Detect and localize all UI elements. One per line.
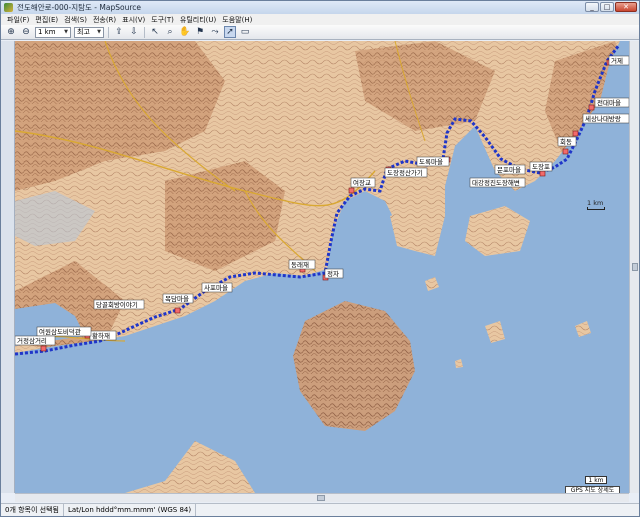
waypoint-marker[interactable] [572, 130, 579, 137]
waypoint-label-hwanghajae[interactable]: 황하재 [89, 330, 117, 341]
waypoint-marker[interactable] [348, 187, 355, 194]
waypoint-label-jeondae[interactable]: 전대마을 [594, 97, 629, 108]
app-window: 전도해안로-000-지탐도 - MapSource _ □ ✕ 파일(F) 편집… [0, 0, 640, 517]
maximize-button[interactable]: □ [600, 2, 614, 12]
zoom-tool-icon[interactable]: ⌕ [164, 26, 176, 38]
waypoint-marker[interactable] [40, 345, 47, 352]
zoom-scale-value: 1 km [38, 28, 56, 36]
svg-text:세상나대방랑: 세상나대방랑 [585, 114, 621, 123]
svg-text:문포마을: 문포마을 [497, 165, 521, 174]
waypoint-label-hoedong[interactable]: 회동 [557, 136, 577, 147]
menu-help[interactable]: 도움말(H) [219, 15, 255, 25]
svg-text:거제: 거제 [611, 56, 623, 65]
menu-edit[interactable]: 편집(E) [32, 15, 61, 25]
coordinate-format-status: Lat/Lon hddd°mm.mmm' (WGS 84) [64, 504, 197, 516]
menu-bar: 파일(F) 편집(E) 검색(S) 전송(R) 표시(V) 도구(T) 유틸리티… [1, 14, 639, 25]
vertical-scroll-thumb[interactable] [632, 263, 638, 271]
menu-file[interactable]: 파일(F) [4, 15, 32, 25]
svg-text:대강정진도장해변: 대강정진도장해변 [472, 178, 520, 187]
waypoint-label-yeowon[interactable]: 여원삼도비덕관 [36, 326, 92, 337]
svg-text:목담마을: 목담마을 [165, 294, 189, 303]
horizontal-scroll-thumb[interactable] [317, 495, 325, 501]
mapsource-app-icon [4, 3, 13, 12]
svg-text:정자: 정자 [327, 269, 339, 278]
chevron-down-icon: ▼ [97, 29, 101, 35]
waypoint-label-dorok[interactable]: 도록마을 [416, 156, 450, 167]
left-panel-edge [1, 41, 15, 493]
waypoint-marker[interactable] [539, 170, 546, 177]
toolbar-separator [108, 26, 109, 38]
minimize-button[interactable]: _ [585, 2, 599, 12]
svg-text:거정삼거리: 거정삼거리 [17, 336, 47, 345]
detail-value: 최고 [77, 28, 90, 36]
receive-from-device-icon[interactable]: ⇩ [128, 26, 140, 38]
svg-text:여장교: 여장교 [353, 178, 371, 187]
route-tool-icon[interactable]: ⤳ [209, 26, 221, 38]
menu-utilities[interactable]: 유틸리티(U) [177, 15, 219, 25]
map-canvas[interactable]: 거제 전대마을 세상나대방랑 회동 도장포 문포마을 대강정진도장해변 도록마을… [15, 41, 629, 493]
waypoint-label-mokdam[interactable]: 목담마을 [162, 293, 194, 304]
window-title: 전도해안로-000-지탐도 - MapSource [17, 3, 141, 12]
pointer-tool-icon[interactable]: ➚ [224, 26, 236, 38]
menu-view[interactable]: 표시(V) [119, 15, 148, 25]
svg-text:동래재: 동래재 [291, 260, 309, 269]
svg-text:여원삼도비덕관: 여원삼도비덕관 [39, 327, 81, 336]
title-bar[interactable]: 전도해안로-000-지탐도 - MapSource _ □ ✕ [1, 1, 639, 14]
horizontal-scrollbar[interactable] [15, 493, 629, 502]
svg-text:당골회방이야기: 당골회방이야기 [96, 300, 138, 309]
vertical-scrollbar[interactable] [629, 41, 639, 493]
waypoint-label-jeongja[interactable]: 정자 [324, 268, 344, 279]
waypoint-label-danggol[interactable]: 당골회방이야기 [93, 299, 145, 310]
menu-find[interactable]: 검색(S) [61, 15, 90, 25]
waypoint-label-dongraejae[interactable]: 동래재 [288, 259, 316, 270]
waypoint-marker[interactable] [174, 307, 181, 314]
selection-tool-icon[interactable]: ↖ [149, 26, 161, 38]
waypoint-label-dojang-junction[interactable]: 도장정산가기 [384, 167, 428, 178]
measure-tool-icon[interactable]: ▭ [239, 26, 251, 38]
svg-text:전대마을: 전대마을 [597, 98, 621, 107]
status-bar: 0개 항목이 선택됨 Lat/Lon hddd°mm.mmm' (WGS 84) [1, 503, 639, 516]
waypoint-tool-icon[interactable]: ⚑ [194, 26, 206, 38]
waypoint-label-yeojanggyo[interactable]: 여장교 [350, 177, 376, 188]
toolbar-separator [144, 26, 145, 38]
waypoint-label-sesang[interactable]: 세상나대방랑 [582, 113, 629, 124]
zoom-out-icon[interactable]: ⊖ [20, 26, 32, 38]
selection-status: 0개 항목이 선택됨 [1, 504, 64, 516]
waypoint-label-daegang[interactable]: 대강정진도장해변 [469, 177, 526, 188]
waypoint-label-geojeong[interactable]: 거정삼거리 [15, 335, 56, 346]
hand-tool-icon[interactable]: ✋ [179, 26, 191, 38]
scale-indicator: 1 km [585, 476, 607, 484]
svg-text:도장정산가기: 도장정산가기 [387, 168, 423, 177]
svg-text:사포마을: 사포마을 [204, 283, 228, 292]
zoom-scale-select[interactable]: 1 km ▼ [35, 26, 71, 38]
waypoint-marker[interactable] [588, 104, 595, 111]
waypoint-label-dojangpo[interactable]: 도장포 [529, 161, 553, 172]
map-scale-bar [587, 207, 605, 210]
svg-text:도록마을: 도록마을 [419, 157, 443, 166]
waypoint-label-sapo[interactable]: 사포마을 [201, 282, 233, 293]
waypoint-marker[interactable] [562, 148, 569, 155]
menu-transfer[interactable]: 전송(R) [90, 15, 119, 25]
close-button[interactable]: ✕ [615, 2, 637, 12]
chevron-down-icon: ▼ [64, 29, 68, 35]
waypoint-label-geoje[interactable]: 거제 [608, 55, 629, 66]
svg-text:도장포: 도장포 [532, 162, 550, 171]
toolbar: ⊕ ⊖ 1 km ▼ 최고 ▼ ⇪ ⇩ ↖ ⌕ ✋ ⚑ ⤳ ➚ ▭ [1, 25, 639, 40]
svg-text:회동: 회동 [560, 138, 572, 146]
svg-text:황하재: 황하재 [92, 331, 110, 340]
send-to-device-icon[interactable]: ⇪ [113, 26, 125, 38]
window-controls: _ □ ✕ [585, 2, 637, 12]
waypoint-label-munpo[interactable]: 문포마을 [494, 164, 526, 175]
zoom-in-icon[interactable]: ⊕ [5, 26, 17, 38]
map-scale-label: 1 km [587, 199, 604, 207]
detail-select[interactable]: 최고 ▼ [74, 26, 104, 38]
menu-tools[interactable]: 도구(T) [148, 15, 177, 25]
